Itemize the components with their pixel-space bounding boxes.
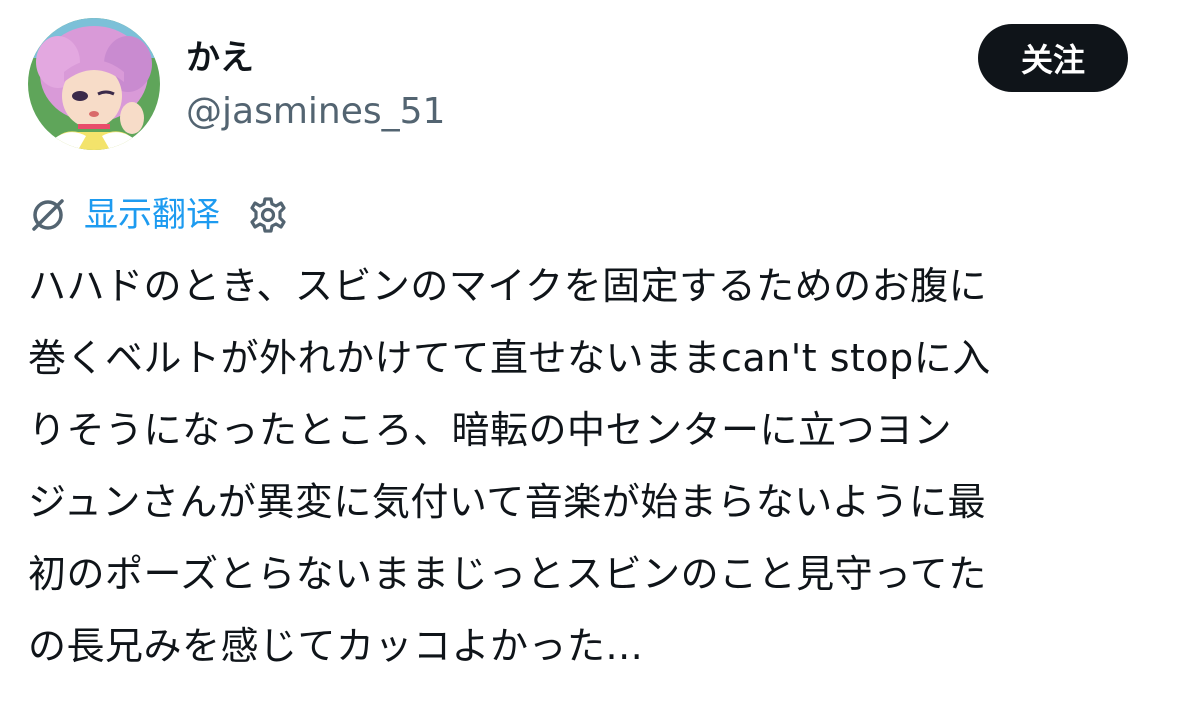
tweet-line: の長兄みを感じてカッコよかった...: [28, 624, 644, 668]
tweet-line: 巻くベルトが外れかけてて直せないままcan't stopに入: [28, 336, 991, 380]
display-name[interactable]: かえ: [186, 36, 254, 80]
tweet-text: ハハドのとき、スビンのマイクを固定するためのお腹に 巻くベルトが外れかけてて直せ…: [28, 250, 1158, 682]
follow-button[interactable]: 关注: [978, 24, 1128, 92]
user-handle[interactable]: @jasmines_51: [186, 88, 445, 136]
tweet-line: りそうになったところ、暗転の中センターに立つヨン: [28, 408, 953, 452]
globe-slash-icon: [32, 199, 64, 231]
anime-girl-avatar-icon: [28, 18, 160, 150]
tweet-line: ジュンさんが異変に気付いて音楽が始まらないように最: [28, 480, 986, 524]
show-translation-link[interactable]: 显示翻译: [84, 188, 220, 242]
avatar[interactable]: [28, 18, 160, 150]
tweet-line: 初のポーズとらないままじっとスビンのこと見守ってた: [28, 552, 987, 596]
translate-row: 显示翻译: [28, 188, 288, 242]
gear-icon[interactable]: [248, 195, 288, 235]
tweet-line: ハハドのとき、スビンのマイクを固定するためのお腹に: [28, 264, 988, 308]
